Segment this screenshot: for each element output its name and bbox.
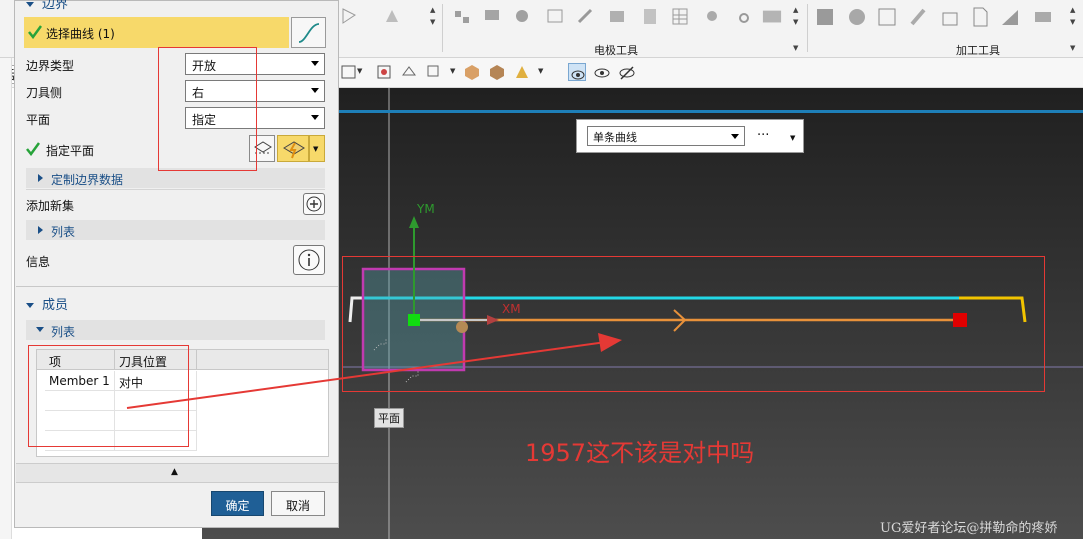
annotation-question: 1957这不该是对中吗	[525, 439, 755, 467]
watermark: UG爱好者论坛@拼勒命的疼娇	[880, 521, 1058, 536]
